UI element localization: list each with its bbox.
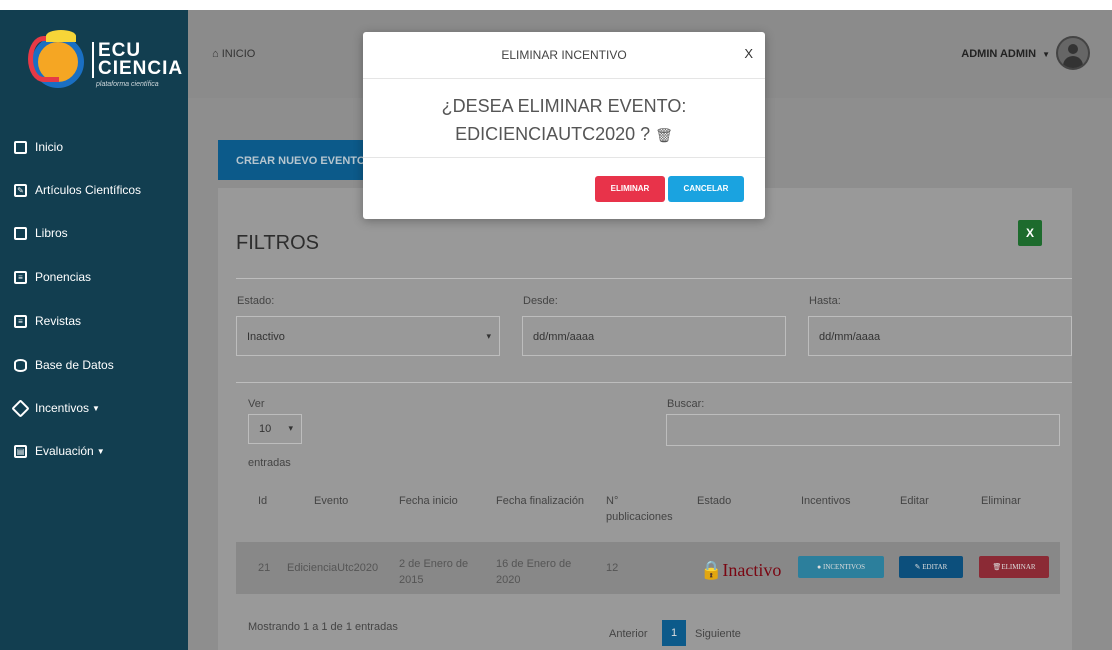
cell-estado: 🔒Inactivo — [700, 560, 781, 581]
editar-label: EDITAR — [922, 563, 948, 571]
confirm-delete-button[interactable]: ELIMINAR — [595, 176, 665, 202]
entradas-label: entradas — [248, 457, 291, 469]
sidebar-item-incentivos[interactable]: Incentivos ▼ — [11, 398, 100, 418]
chevron-down-icon: ▾ — [288, 423, 293, 433]
estado-label: Estado: — [237, 295, 275, 307]
home-icon: ⌂ — [212, 48, 219, 60]
desde-date-field[interactable]: dd/mm/aaaa — [522, 316, 786, 356]
table-info: Mostrando 1 a 1 de 1 entradas — [248, 621, 398, 633]
page-size-value: 10 — [259, 423, 272, 435]
hasta-date-field[interactable]: dd/mm/aaaa — [808, 316, 1072, 356]
header-id[interactable]: Id — [258, 493, 267, 509]
sidebar-item-inicio[interactable]: Inicio — [14, 140, 63, 154]
caret-down-icon: ▼ — [96, 446, 105, 456]
sidebar-item-label: Incentivos — [35, 401, 90, 415]
edit-icon: ✎ — [14, 183, 27, 197]
logo-text: ECU CIENCIA — [92, 41, 183, 78]
excel-export-icon[interactable]: X — [1018, 220, 1042, 246]
book-icon — [14, 226, 27, 240]
create-event-button[interactable]: CREAR NUEVO EVENTO — [218, 140, 368, 180]
estado-text: Inactivo — [722, 560, 782, 580]
document-icon: ≡ — [14, 314, 27, 328]
logo: ECU CIENCIA plataforma científica — [0, 10, 188, 110]
search-label: Buscar: — [667, 398, 705, 410]
sidebar-item-label: Evaluación — [35, 444, 94, 458]
user-menu[interactable]: ADMIN ADMIN ▼ — [961, 48, 1050, 60]
sidebar-item-evaluacion[interactable]: ▤ Evaluación ▼ — [14, 444, 105, 458]
page-size-select[interactable]: 10 ▾ — [248, 414, 302, 444]
logo-subtitle: plataforma científica — [96, 81, 159, 88]
incentivos-label: INCENTIVOS — [822, 563, 865, 571]
sidebar-item-label: Ponencias — [35, 270, 92, 284]
tag-icon — [11, 398, 30, 418]
eliminar-row-button[interactable]: 🗑ELIMINAR — [979, 556, 1049, 578]
estado-value: Inactivo — [247, 331, 285, 343]
editar-button[interactable]: ✎ EDITAR — [899, 556, 963, 578]
avatar[interactable] — [1056, 36, 1090, 70]
incentivos-button[interactable]: ● INCENTIVOS — [798, 556, 884, 578]
hasta-placeholder: dd/mm/aaaa — [819, 331, 881, 343]
cell-evento: EdicienciaUtc2020 — [287, 562, 379, 574]
divider — [363, 78, 765, 79]
clipboard-icon: ▤ — [14, 444, 27, 458]
sidebar-item-label: Libros — [35, 226, 68, 240]
newspaper-icon: ≡ — [14, 270, 27, 284]
header-publicaciones[interactable]: N° publicaciones — [606, 493, 673, 525]
divider — [236, 382, 1072, 383]
home-link[interactable]: ⌂ INICIO — [212, 48, 255, 60]
pagination-page-1[interactable]: 1 — [662, 620, 686, 646]
sidebar-item-articulos[interactable]: ✎ Artículos Científicos — [14, 183, 141, 197]
filters-title: FILTROS — [236, 232, 319, 254]
eliminar-label: ELIMINAR — [1001, 563, 1036, 571]
chevron-down-icon: ▾ — [486, 331, 491, 341]
user-name: ADMIN ADMIN — [961, 48, 1037, 60]
lock-icon: 🔒 — [700, 560, 723, 580]
trash-icon: 🗑 — [655, 127, 673, 143]
sidebar-item-base-de-datos[interactable]: Base de Datos — [14, 358, 114, 372]
header-editar[interactable]: Editar — [900, 493, 929, 509]
modal-question: ¿DESEA ELIMINAR EVENTO: EDICIENCIAUTC202… — [363, 92, 765, 149]
caret-down-icon: ▼ — [1042, 50, 1050, 59]
trash-icon: 🗑 — [992, 563, 1002, 571]
home-label: INICIO — [221, 48, 256, 60]
cancel-button[interactable]: CANCELAR — [668, 176, 744, 202]
search-input[interactable] — [666, 414, 1060, 446]
ver-label: Ver — [248, 398, 265, 410]
square-icon — [14, 140, 27, 154]
modal-question-line1: ¿DESEA ELIMINAR EVENTO: — [441, 96, 687, 116]
sidebar-item-label: Base de Datos — [35, 358, 114, 372]
sidebar-item-label: Artículos Científicos — [35, 183, 142, 197]
divider — [363, 157, 765, 158]
header-estado[interactable]: Estado — [697, 493, 731, 509]
estado-select[interactable]: Inactivo ▾ — [236, 316, 500, 356]
cell-fecha-fin: 16 de Enero de 2020 — [496, 558, 572, 586]
close-icon[interactable]: X — [744, 46, 753, 61]
sidebar-item-revistas[interactable]: ≡ Revistas — [14, 314, 81, 328]
header-fecha-fin[interactable]: Fecha finalización — [496, 493, 584, 509]
header-eliminar[interactable]: Eliminar — [981, 493, 1021, 509]
pagination-prev[interactable]: Anterior — [609, 628, 648, 640]
sidebar-item-libros[interactable]: Libros — [14, 226, 68, 240]
sidebar-item-label: Inicio — [35, 140, 64, 154]
sidebar-item-ponencias[interactable]: ≡ Ponencias — [14, 270, 91, 284]
cell-publicaciones: 12 — [606, 562, 619, 574]
database-icon — [14, 358, 27, 372]
logo-globe-icon — [28, 30, 84, 88]
sidebar-item-label: Revistas — [35, 314, 82, 328]
hasta-label: Hasta: — [809, 295, 841, 307]
header-evento[interactable]: Evento — [314, 493, 348, 509]
sidebar: ECU CIENCIA plataforma científica Inicio … — [0, 10, 188, 650]
desde-placeholder: dd/mm/aaaa — [533, 331, 595, 343]
header-incentivos[interactable]: Incentivos — [801, 493, 851, 509]
modal-question-line2: EDICIENCIAUTC2020 ? — [455, 124, 651, 144]
cell-fecha-inicio: 2 de Enero de 2015 — [399, 558, 469, 586]
cell-id: 21 — [258, 562, 271, 574]
delete-modal: ELIMINAR INCENTIVO X ¿DESEA ELIMINAR EVE… — [363, 32, 765, 219]
modal-title: ELIMINAR INCENTIVO — [501, 48, 627, 62]
caret-down-icon: ▼ — [92, 403, 100, 413]
pagination-next[interactable]: Siguiente — [695, 628, 741, 640]
divider — [236, 278, 1072, 279]
desde-label: Desde: — [523, 295, 558, 307]
header-fecha-inicio[interactable]: Fecha inicio — [399, 493, 458, 509]
